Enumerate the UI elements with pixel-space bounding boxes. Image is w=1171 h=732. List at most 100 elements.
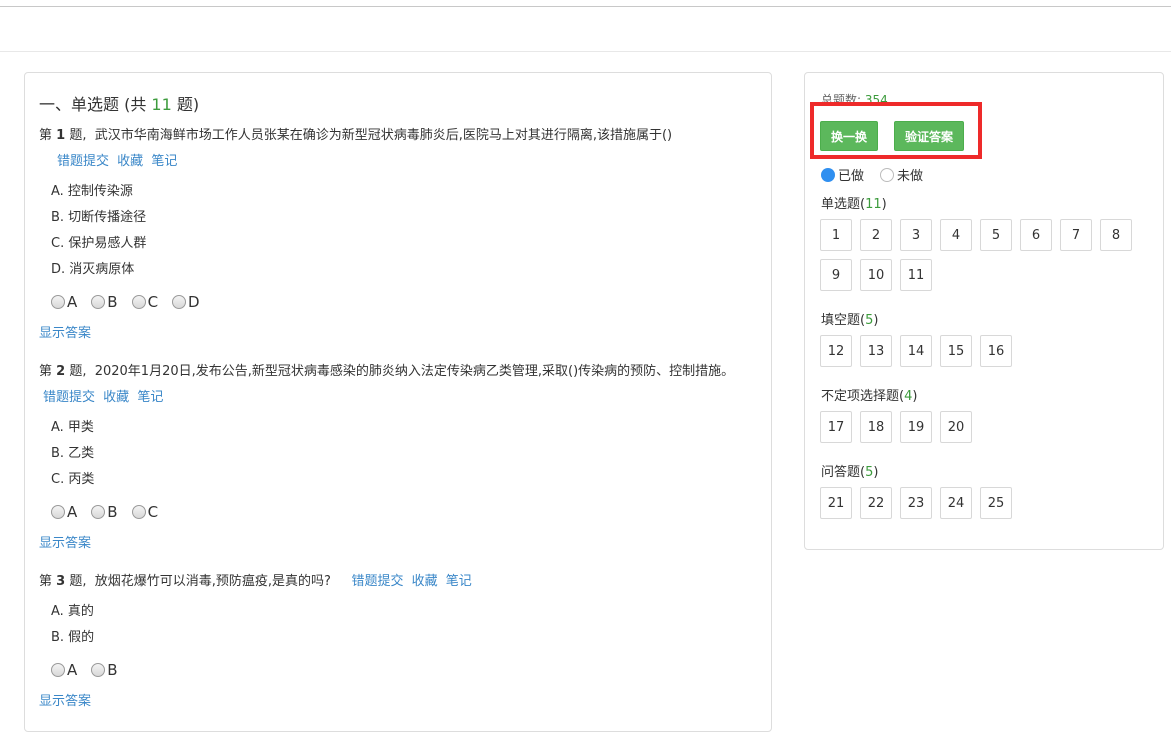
show-answer-link[interactable]: 显示答案	[39, 689, 751, 715]
section-title: 一、单选题 (共 11 题)	[39, 95, 200, 114]
question-cell[interactable]: 6	[1020, 219, 1052, 251]
question-cell[interactable]: 25	[980, 487, 1012, 519]
radio-a[interactable]: A	[51, 657, 77, 683]
question-cell[interactable]: 12	[820, 335, 852, 367]
question-text: 2020年1月20日,发布公告,新型冠状病毒感染的肺炎纳入法定传染病乙类管理,采…	[94, 364, 735, 379]
option-d: D. 消灭病原体	[51, 262, 135, 277]
status-legend: 已做 未做	[821, 165, 923, 184]
note-link[interactable]: 笔记	[137, 390, 163, 405]
question-grid-qa: 21 22 23 24 25	[820, 487, 1150, 519]
question-grid-single: 1 2 3 4 5 6 7 8 9 10 11	[820, 219, 1150, 291]
report-error-link[interactable]: 错题提交	[43, 390, 95, 405]
radio-c[interactable]: C	[131, 499, 158, 525]
radio-circle-icon[interactable]	[131, 295, 146, 309]
radio-circle-icon[interactable]	[51, 505, 65, 519]
question-cell[interactable]: 9	[820, 259, 852, 291]
favorite-link[interactable]: 收藏	[412, 574, 438, 589]
radio-d[interactable]: D	[172, 289, 200, 315]
radio-circle-icon[interactable]	[91, 505, 106, 519]
question-cell[interactable]: 3	[900, 219, 932, 251]
question-cell[interactable]: 8	[1100, 219, 1132, 251]
answer-card-panel: 总题数: 354 换一换 验证答案 已做 未做 单选题(11) 1 2 3 4 …	[804, 72, 1164, 550]
question-grid-multi: 17 18 19 20	[820, 411, 1150, 443]
show-answer-link[interactable]: 显示答案	[39, 321, 751, 347]
question-cell[interactable]: 14	[900, 335, 932, 367]
question-3: 第 3 题, 放烟花爆竹可以消毒,预防瘟疫,是真的吗? 错题提交 收藏 笔记 A…	[39, 569, 751, 715]
question-cell[interactable]: 15	[940, 335, 972, 367]
question-cell[interactable]: 4	[940, 219, 972, 251]
report-error-link[interactable]: 错题提交	[351, 574, 403, 589]
note-link[interactable]: 笔记	[446, 574, 472, 589]
question-links: 错题提交 收藏 笔记	[39, 149, 751, 175]
radio-circle-icon[interactable]	[91, 663, 106, 677]
question-stem: 第 2 题, 2020年1月20日,发布公告,新型冠状病毒感染的肺炎纳入法定传染…	[39, 359, 751, 411]
option-b: B. 乙类	[51, 446, 95, 461]
radio-circle-icon[interactable]	[51, 295, 65, 309]
category-single-choice: 单选题(11)	[821, 197, 887, 212]
radio-b[interactable]: B	[91, 289, 118, 315]
answer-radios: A B C	[39, 499, 751, 525]
done-dot-icon	[821, 167, 835, 182]
question-1: 第 1 题, 武汉市华南海鲜市场工作人员张某在确诊为新型冠状病毒肺炎后,医院马上…	[39, 123, 751, 347]
question-2: 第 2 题, 2020年1月20日,发布公告,新型冠状病毒感染的肺炎纳入法定传染…	[39, 359, 751, 557]
radio-circle-icon[interactable]	[91, 295, 106, 309]
question-cell[interactable]: 7	[1060, 219, 1092, 251]
questions-panel: 一、单选题 (共 11 题) 第 1 题, 武汉市华南海鲜市场工作人员张某在确诊…	[24, 72, 772, 732]
radio-circle-icon[interactable]	[131, 505, 146, 519]
option-list: A. 控制传染源 B. 切断传播途径 C. 保护易感人群 D. 消灭病原体	[39, 179, 751, 283]
question-cell[interactable]: 19	[900, 411, 932, 443]
option-list: A. 真的 B. 假的	[39, 599, 751, 651]
option-c: C. 丙类	[51, 472, 95, 487]
option-b: B. 切断传播途径	[51, 210, 147, 225]
radio-b[interactable]: B	[91, 499, 118, 525]
option-b: B. 假的	[51, 630, 95, 645]
category-fill-blank: 填空题(5)	[821, 313, 879, 328]
question-cell[interactable]: 5	[980, 219, 1012, 251]
question-cell[interactable]: 1	[820, 219, 852, 251]
show-answer-link[interactable]: 显示答案	[39, 531, 751, 557]
radio-circle-icon[interactable]	[51, 663, 65, 677]
question-cell[interactable]: 20	[940, 411, 972, 443]
option-list: A. 甲类 B. 乙类 C. 丙类	[39, 415, 751, 493]
category-qa: 问答题(5)	[821, 465, 879, 480]
category-multi-choice: 不定项选择题(4)	[821, 389, 918, 404]
favorite-link[interactable]: 收藏	[117, 154, 143, 169]
radio-c[interactable]: C	[131, 289, 158, 315]
question-cell[interactable]: 2	[860, 219, 892, 251]
question-cell[interactable]: 22	[860, 487, 892, 519]
option-a: A. 甲类	[51, 420, 94, 435]
question-cell[interactable]: 24	[940, 487, 972, 519]
question-cell[interactable]: 23	[900, 487, 932, 519]
answer-radios: A B	[39, 657, 751, 683]
legend-undone: 未做	[880, 165, 923, 184]
radio-a[interactable]: A	[51, 289, 77, 315]
top-bar	[0, 7, 1171, 52]
option-c: C. 保护易感人群	[51, 236, 147, 251]
question-cell[interactable]: 11	[900, 259, 932, 291]
question-stem: 第 1 题, 武汉市华南海鲜市场工作人员张某在确诊为新型冠状病毒肺炎后,医院马上…	[39, 128, 673, 143]
question-links: 错题提交 收藏 笔记	[335, 574, 472, 589]
question-cell[interactable]: 10	[860, 259, 892, 291]
question-cell[interactable]: 17	[820, 411, 852, 443]
question-cell[interactable]: 18	[860, 411, 892, 443]
question-stem: 第 3 题, 放烟花爆竹可以消毒,预防瘟疫,是真的吗? 错题提交 收藏 笔记	[39, 574, 472, 589]
question-cell[interactable]: 21	[820, 487, 852, 519]
highlight-box	[810, 102, 982, 159]
radio-circle-icon[interactable]	[172, 295, 187, 309]
question-cell[interactable]: 13	[860, 335, 892, 367]
note-link[interactable]: 笔记	[151, 154, 177, 169]
legend-done: 已做	[821, 165, 864, 184]
section-count: 11	[151, 95, 172, 114]
answer-radios: A B C D	[39, 289, 751, 315]
report-error-link[interactable]: 错题提交	[57, 154, 109, 169]
undone-dot-icon	[880, 167, 895, 182]
radio-a[interactable]: A	[51, 499, 77, 525]
question-text: 武汉市华南海鲜市场工作人员张某在确诊为新型冠状病毒肺炎后,医院马上对其进行隔离,…	[94, 128, 673, 143]
question-grid-fill: 12 13 14 15 16	[820, 335, 1150, 367]
option-a: A. 控制传染源	[51, 184, 133, 199]
option-a: A. 真的	[51, 604, 94, 619]
question-cell[interactable]: 16	[980, 335, 1012, 367]
radio-b[interactable]: B	[91, 657, 118, 683]
question-text: 放烟花爆竹可以消毒,预防瘟疫,是真的吗?	[94, 574, 331, 589]
favorite-link[interactable]: 收藏	[103, 390, 129, 405]
